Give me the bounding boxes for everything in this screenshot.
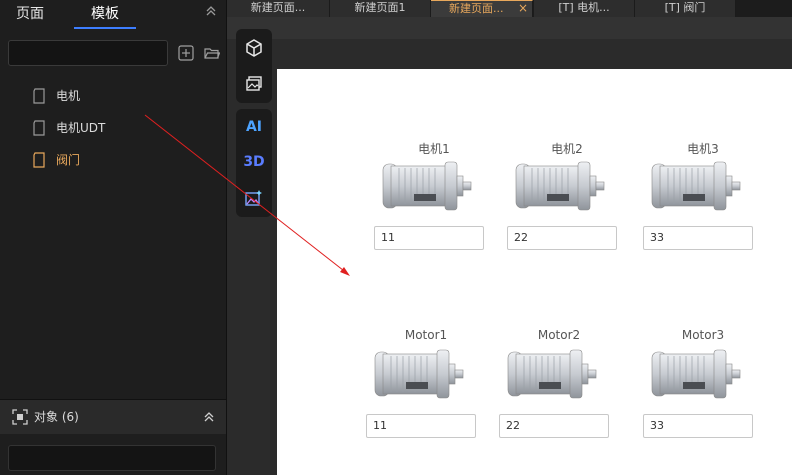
ai-image-icon[interactable]: [245, 189, 263, 207]
motor-image: [507, 349, 597, 399]
left-panel: 页面 模板 电机 电机UDT 阀门 对象 (6): [0, 0, 227, 475]
motor-image: [374, 349, 464, 399]
motor-widget[interactable]: Motor3 33: [643, 328, 763, 448]
template-item-label: 电机: [56, 89, 81, 103]
template-item-label: 电机UDT: [56, 121, 106, 135]
motor-widget[interactable]: 电机2 22: [507, 140, 627, 260]
motor-label: 电机2: [551, 142, 583, 156]
motor-label: Motor2: [537, 328, 581, 342]
file-icon: [33, 88, 45, 104]
template-item-motor-udt[interactable]: 电机UDT: [32, 118, 212, 138]
page-tab[interactable]: [T] 阀门: [635, 0, 736, 17]
page-tab[interactable]: [T] 电机...: [534, 0, 635, 17]
objects-icon: [12, 409, 28, 425]
objects-panel-header[interactable]: 对象 (6): [0, 399, 226, 434]
image-gallery-icon[interactable]: [245, 75, 263, 93]
motor-value-input[interactable]: 22: [499, 414, 609, 438]
template-item-motor[interactable]: 电机: [32, 86, 212, 106]
file-icon: [33, 152, 45, 168]
add-template-icon[interactable]: [178, 45, 194, 61]
motor-label: 电机1: [418, 142, 450, 156]
motor-image: [651, 161, 741, 211]
tab-templates[interactable]: 模板: [74, 3, 136, 27]
motor-image: [515, 161, 605, 211]
motor-label: Motor3: [681, 328, 725, 342]
toolbar-group-top: [236, 29, 272, 103]
motor-widget[interactable]: Motor1 11: [366, 328, 486, 448]
motor-value-input[interactable]: 33: [643, 414, 753, 438]
three-d-button[interactable]: 3D: [242, 152, 266, 172]
chevron-double-up-icon[interactable]: [204, 4, 218, 18]
ai-button[interactable]: AI: [242, 117, 266, 137]
page-tab-bar: 新建页面... 新建页面1 新建页面... × [T] 电机... [T] 阀门: [227, 0, 792, 17]
motor-value-input[interactable]: 33: [643, 226, 753, 250]
motor-value-input[interactable]: 11: [374, 226, 484, 250]
motor-image: [651, 349, 741, 399]
file-icon: [33, 120, 45, 136]
page-tab-label: 新建页面...: [449, 2, 504, 15]
chevron-double-up-icon[interactable]: [202, 410, 216, 424]
motor-widget[interactable]: 电机1 11: [374, 140, 494, 260]
motor-value-input[interactable]: 22: [507, 226, 617, 250]
motor-value-input[interactable]: 11: [366, 414, 476, 438]
objects-search-input[interactable]: [8, 445, 216, 471]
motor-label: Motor1: [404, 328, 448, 342]
panel-tabs: 页面 模板: [0, 0, 226, 30]
motor-widget[interactable]: 电机3 33: [643, 140, 763, 260]
page-tab[interactable]: 新建页面...: [227, 0, 330, 17]
motor-label: 电机3: [687, 142, 719, 156]
ruler: [227, 17, 792, 39]
tab-pages[interactable]: 页面: [0, 3, 60, 27]
motor-widget[interactable]: Motor2 22: [499, 328, 619, 448]
motor-image: [382, 161, 472, 211]
toolbar-group-bottom: AI 3D: [236, 109, 272, 217]
cube-icon[interactable]: [245, 39, 263, 57]
folder-open-icon[interactable]: [204, 45, 220, 61]
active-tab-indicator: [74, 27, 136, 29]
template-item-valve[interactable]: 阀门: [32, 150, 212, 170]
floating-toolbar: AI 3D: [236, 29, 272, 217]
objects-label: 对象 (6): [34, 410, 79, 424]
close-tab-icon[interactable]: ×: [518, 1, 528, 16]
page-tab[interactable]: 新建页面1: [330, 0, 431, 17]
template-search-input[interactable]: [8, 40, 168, 66]
template-item-label: 阀门: [56, 153, 81, 167]
page-tab-active[interactable]: 新建页面... ×: [431, 0, 533, 17]
